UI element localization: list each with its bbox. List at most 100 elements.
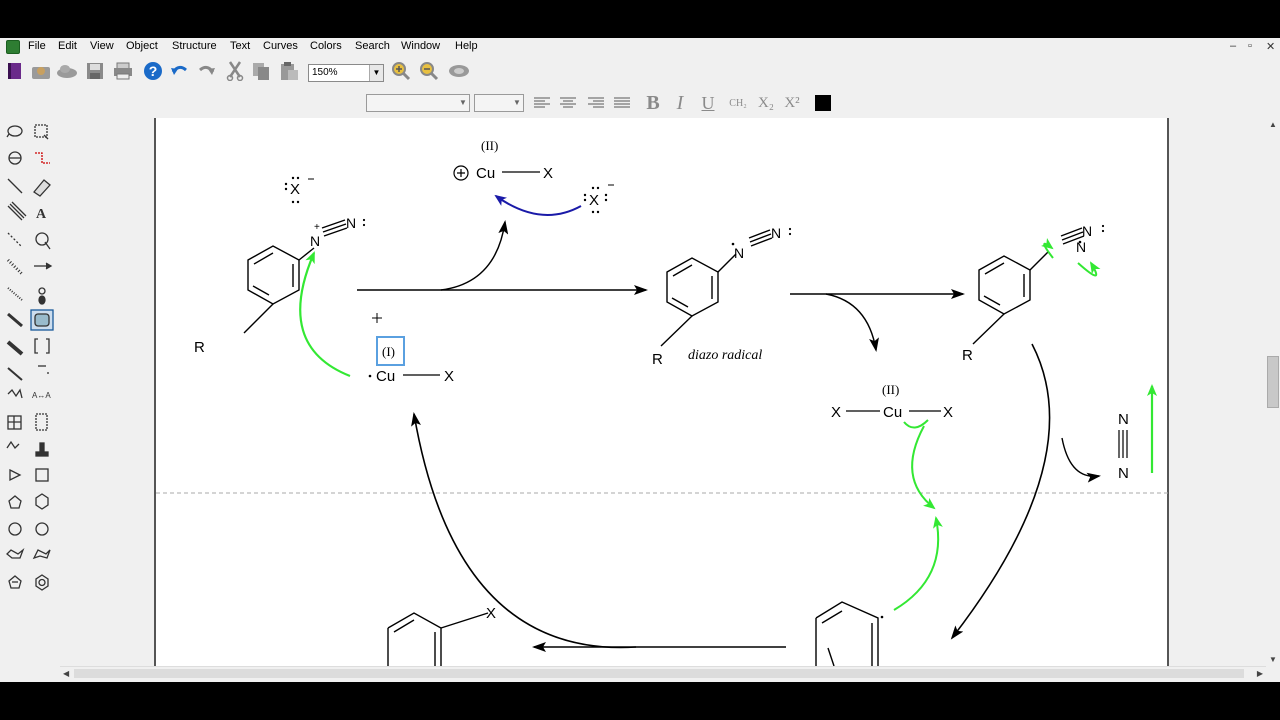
halide-anion-left: X <box>290 181 300 198</box>
eraser-tool-icon[interactable] <box>33 179 51 197</box>
r-substituent: R <box>194 339 205 356</box>
pentagon-ring-icon[interactable] <box>8 495 22 509</box>
superscript-button[interactable]: X² <box>780 92 804 114</box>
bold-button[interactable]: B <box>642 92 664 114</box>
menu-colors[interactable]: Colors <box>310 40 342 52</box>
menu-window[interactable]: Window <box>401 40 440 52</box>
chevron-down-icon[interactable]: ▼ <box>369 65 383 81</box>
boat-conformation-icon[interactable] <box>32 549 51 560</box>
close-button[interactable]: ✕ <box>1266 40 1275 53</box>
cu2-mid-right-halide: X <box>943 404 953 421</box>
menu-curves[interactable]: Curves <box>263 40 298 52</box>
redo-icon[interactable] <box>196 60 218 82</box>
dashed-bond-icon[interactable] <box>7 232 23 248</box>
open-folder-icon[interactable] <box>30 60 52 82</box>
table-tool-icon[interactable] <box>7 415 22 430</box>
scroll-down-icon[interactable]: ▼ <box>1269 655 1277 664</box>
font-size-select[interactable]: ▼ <box>474 94 524 112</box>
subscript-button[interactable]: X₂ <box>754 92 778 114</box>
restore-button[interactable]: ▫ <box>1248 40 1252 52</box>
zoom-in-icon[interactable] <box>390 60 412 82</box>
vertical-scroll-thumb[interactable] <box>1267 356 1279 408</box>
cut-icon[interactable] <box>224 60 246 82</box>
minimize-button[interactable]: – <box>1230 40 1236 52</box>
green-radical-arrow-1 <box>911 425 936 510</box>
color-swatch-button[interactable] <box>812 92 834 114</box>
charge-icon[interactable] <box>38 365 49 374</box>
view-mode-icon[interactable] <box>448 60 470 82</box>
template-tool-icon[interactable] <box>35 413 48 431</box>
scroll-up-icon[interactable]: ▲ <box>1269 120 1277 129</box>
arrow-tool-icon[interactable] <box>34 262 53 270</box>
brackets-icon[interactable] <box>34 338 50 354</box>
font-family-select[interactable]: ▼ <box>366 94 470 112</box>
align-center-icon[interactable] <box>556 92 580 114</box>
zoom-select[interactable]: 150% ▼ <box>308 64 384 82</box>
multiple-bond-icon[interactable] <box>7 201 27 221</box>
align-right-icon[interactable] <box>584 92 608 114</box>
undo-icon[interactable] <box>168 60 190 82</box>
lasso-tool-icon[interactable] <box>6 125 23 138</box>
orbital-tool-icon[interactable] <box>38 287 46 305</box>
electron-transfer-arrow <box>494 194 582 216</box>
bold-wedge-icon[interactable] <box>6 340 24 356</box>
triangle-ring-icon[interactable] <box>9 468 22 482</box>
menu-structure[interactable]: Structure <box>172 40 217 52</box>
radical-n2: N <box>771 225 781 241</box>
app-icon[interactable] <box>6 40 20 54</box>
menu-text[interactable]: Text <box>230 40 250 52</box>
menu-file[interactable]: File <box>28 40 46 52</box>
help-icon[interactable]: ? <box>142 60 164 82</box>
open-cloud-icon[interactable] <box>56 60 78 82</box>
chair-conformation-icon[interactable] <box>6 548 25 559</box>
underline-button[interactable]: U <box>698 92 718 114</box>
right-n1: N <box>1076 239 1086 255</box>
align-left-icon[interactable] <box>530 92 554 114</box>
chevron-down-icon[interactable]: ▼ <box>511 95 523 111</box>
pen-tool-icon[interactable] <box>35 232 51 250</box>
benzene-icon[interactable] <box>35 574 49 591</box>
horizontal-scrollbar[interactable]: ◀ ▶ <box>60 666 1266 680</box>
marquee-tool-icon[interactable] <box>34 124 49 140</box>
cyclohexane-chair-icon[interactable] <box>8 522 22 536</box>
cyclooctane-icon[interactable] <box>35 522 49 536</box>
query-tool-icon[interactable] <box>6 440 20 450</box>
justify-icon[interactable] <box>610 92 634 114</box>
copy-icon[interactable] <box>250 60 272 82</box>
hashed-wedge-icon[interactable] <box>7 287 23 301</box>
print-icon[interactable] <box>112 60 134 82</box>
hashed-bond-icon[interactable] <box>6 258 24 276</box>
horizontal-scroll-thumb[interactable] <box>74 669 1244 678</box>
menu-search[interactable]: Search <box>355 40 390 52</box>
chain-tool-icon[interactable] <box>7 388 23 399</box>
scroll-right-icon[interactable]: ▶ <box>1257 669 1263 678</box>
rotate-tool-icon[interactable] <box>8 151 22 165</box>
vertical-scrollbar[interactable]: ▲ ▼ <box>1266 118 1280 666</box>
wedge-bond-icon[interactable] <box>7 312 23 328</box>
structure-perspective-icon[interactable] <box>35 152 50 164</box>
italic-button[interactable]: I <box>670 92 690 114</box>
bond-tool-icon[interactable] <box>7 178 23 194</box>
hexagon-ring-icon[interactable] <box>35 493 49 510</box>
save-icon[interactable] <box>84 60 106 82</box>
scroll-left-icon[interactable]: ◀ <box>63 669 69 678</box>
stamp-tool-icon[interactable] <box>35 442 49 457</box>
new-document-icon[interactable] <box>4 60 26 82</box>
zoom-out-icon[interactable] <box>418 60 440 82</box>
menu-view[interactable]: View <box>90 40 114 52</box>
menu-help[interactable]: Help <box>455 40 478 52</box>
paste-icon[interactable] <box>278 60 300 82</box>
reaction-scheme: (II) Cu X X X N + N R (I) Cu X N N R dia… <box>156 138 1171 666</box>
drawing-elements-icon[interactable] <box>30 309 54 331</box>
menu-object[interactable]: Object <box>126 40 158 52</box>
menu-edit[interactable]: Edit <box>58 40 77 52</box>
svg-text:A↔A: A↔A <box>32 391 51 400</box>
wavy-bond-icon[interactable] <box>7 367 23 381</box>
chevron-down-icon[interactable]: ▼ <box>457 95 469 111</box>
drawing-canvas[interactable]: (II) Cu X X X N + N R (I) Cu X N N R dia… <box>60 118 1266 666</box>
cyclopentadiene-icon[interactable] <box>8 575 22 589</box>
document-page[interactable]: (II) Cu X X X N + N R (I) Cu X N N R dia… <box>154 118 1171 666</box>
formula-button[interactable]: CH₂ <box>724 92 752 114</box>
square-ring-icon[interactable] <box>35 468 49 482</box>
chemdraw-window: File Edit View Object Structure Text Cur… <box>0 38 1280 682</box>
